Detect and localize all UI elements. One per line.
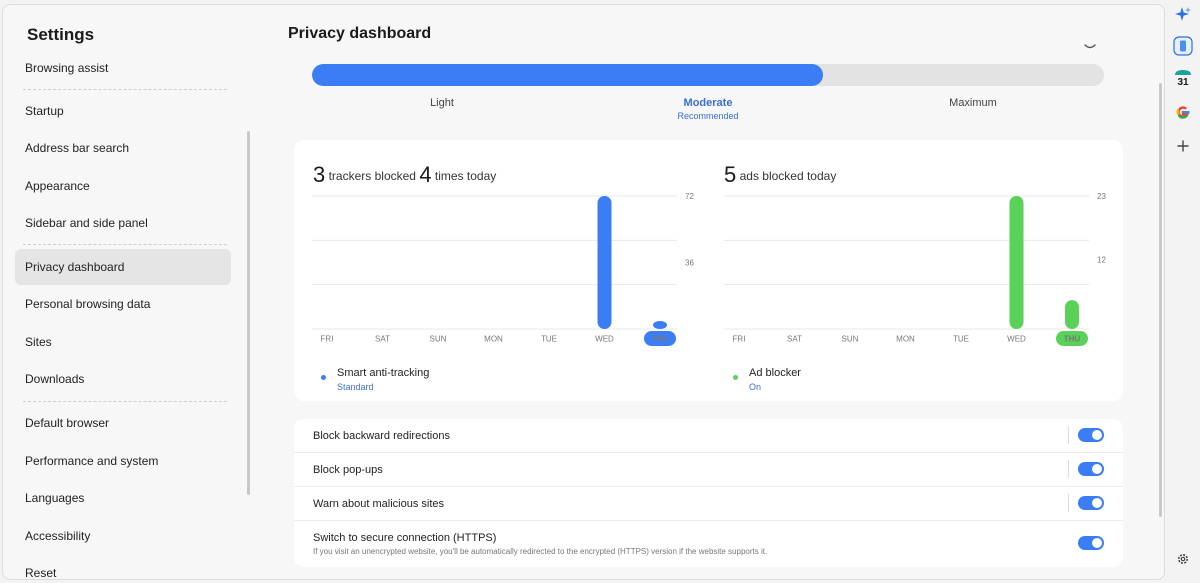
sidebar-item-reset[interactable]: Reset — [15, 555, 231, 579]
chart-x-tick-label: THU — [1064, 335, 1081, 344]
ads-legend-status: On — [749, 382, 762, 392]
level-moderate[interactable]: Moderate — [608, 97, 808, 109]
chart-x-tick-label: MON — [484, 335, 503, 344]
ads-chart: 12 23 FRI SAT SUN MON TUE WED THU — [724, 192, 1106, 346]
trackers-count: 3 — [313, 162, 326, 187]
settings-sidebar: Settings Browsing assist Startup Address… — [3, 5, 248, 579]
sidebar-divider — [23, 401, 227, 402]
toggle-row-backward-redirections: Block backward redirections — [294, 419, 1123, 453]
chart-bar — [653, 321, 667, 329]
toggle-row-pop-ups: Block pop-ups — [294, 453, 1123, 487]
backward-redirections-toggle[interactable] — [1078, 428, 1104, 442]
trackers-legend-title: Smart anti-tracking — [337, 367, 430, 379]
chart-x-tick-label: TUE — [953, 335, 969, 344]
pop-ups-toggle[interactable] — [1078, 462, 1104, 476]
chart-x-tick-label: MON — [896, 335, 915, 344]
sidebar-title: Settings — [27, 25, 95, 44]
chart-bar — [1009, 196, 1024, 329]
protection-level-fill — [312, 64, 823, 86]
page-title: Privacy dashboard — [288, 25, 432, 42]
chart-y-tick-label: 36 — [685, 259, 694, 268]
ads-legend-title: Ad blocker — [749, 367, 801, 379]
sidebar-divider — [23, 244, 227, 245]
sidebar-item-default-browser[interactable]: Default browser — [15, 405, 231, 441]
toggle-description: If you visit an unencrypted website, you… — [313, 547, 768, 556]
chart-x-tick-label: WED — [595, 335, 614, 344]
chart-x-tick-label: SUN — [430, 335, 447, 344]
chart-x-tick-label: SAT — [787, 335, 802, 344]
trackers-text: trackers blocked — [328, 169, 416, 183]
protection-toggles-card: Block backward redirections Block pop-up… — [294, 419, 1123, 567]
sidebar-item-sites[interactable]: Sites — [15, 324, 231, 360]
toggle-divider — [1068, 494, 1069, 512]
sidebar-item-startup[interactable]: Startup — [15, 93, 231, 129]
protection-level-slider[interactable] — [312, 64, 1104, 86]
chart-x-tick-label: WED — [1007, 335, 1026, 344]
trackers-summary: 3 trackers blocked 4 times today — [313, 162, 496, 188]
chart-x-tick-label: TUE — [541, 335, 557, 344]
ads-count: 5 — [724, 162, 737, 187]
toggle-divider — [1068, 460, 1069, 478]
level-light[interactable]: Light — [342, 97, 542, 109]
sidebar-item-personal-browsing-data[interactable]: Personal browsing data — [15, 286, 231, 322]
toggle-row-https: Switch to secure connection (HTTPS) If y… — [294, 521, 1123, 565]
sidebar-item-performance-and-system[interactable]: Performance and system — [15, 443, 231, 479]
toggle-label: Warn about malicious sites — [313, 498, 445, 510]
sidebar-item-accessibility[interactable]: Accessibility — [15, 518, 231, 554]
chart-x-tick-label: SUN — [842, 335, 859, 344]
right-side-rail: 31 — [1166, 0, 1200, 583]
trackers-legend-dot — [321, 375, 326, 380]
level-moderate-recommended: Recommended — [677, 111, 739, 121]
chart-x-tick-label: FRI — [733, 335, 746, 344]
https-toggle[interactable] — [1078, 536, 1104, 550]
sidebar-item-browsing-assist[interactable]: Browsing assist — [15, 50, 231, 86]
chart-x-tick-label: THU — [652, 335, 669, 344]
sidebar-item-sidebar-and-side-panel[interactable]: Sidebar and side panel — [15, 205, 231, 241]
toggle-row-malicious-sites: Warn about malicious sites — [294, 487, 1123, 521]
sidebar-item-privacy-dashboard[interactable]: Privacy dashboard — [15, 249, 231, 285]
toggle-label: Block backward redirections — [313, 430, 450, 442]
sparkle-icon[interactable] — [1173, 5, 1193, 25]
chart-y-tick-label: 12 — [1097, 256, 1106, 265]
calendar-icon[interactable]: 31 — [1173, 68, 1193, 88]
chart-bar — [1065, 300, 1079, 329]
sidebar-item-address-bar-search[interactable]: Address bar search — [15, 130, 231, 166]
trackers-legend-status: Standard — [337, 382, 374, 392]
trackers-chart: 36 72 FRI SAT SUN MON TUE WED THU — [312, 192, 694, 346]
content-scrollbar[interactable] — [1159, 83, 1162, 517]
toggle-label: Switch to secure connection (HTTPS) — [313, 532, 497, 544]
toggle-divider — [1068, 426, 1069, 444]
chevron-down-icon[interactable] — [1083, 43, 1097, 51]
calendar-day: 31 — [1177, 77, 1189, 88]
phone-icon[interactable] — [1173, 36, 1193, 56]
chart-x-tick-label: FRI — [321, 335, 334, 344]
toggle-label: Block pop-ups — [313, 464, 383, 476]
stats-card: 3 trackers blocked 4 times today 5 ads b… — [294, 140, 1123, 401]
trackers-times: 4 — [419, 162, 432, 187]
malicious-sites-toggle[interactable] — [1078, 496, 1104, 510]
sidebar-item-languages[interactable]: Languages — [15, 480, 231, 516]
sidebar-divider — [23, 89, 227, 90]
chart-bar — [597, 196, 612, 329]
chart-y-tick-label: 72 — [685, 192, 694, 201]
sidebar-item-downloads[interactable]: Downloads — [15, 361, 231, 397]
google-icon[interactable] — [1173, 102, 1193, 122]
ads-summary: 5 ads blocked today — [724, 162, 836, 188]
ads-text: ads blocked today — [739, 169, 837, 183]
chart-y-tick-label: 23 — [1097, 192, 1106, 201]
settings-icon[interactable] — [1173, 549, 1193, 569]
ads-legend-dot — [733, 375, 738, 380]
chart-x-tick-label: SAT — [375, 335, 390, 344]
browser-window: Settings Browsing assist Startup Address… — [2, 4, 1165, 580]
trackers-text-2: times today — [434, 169, 497, 183]
add-icon[interactable] — [1173, 136, 1193, 156]
sidebar-item-appearance[interactable]: Appearance — [15, 168, 231, 204]
sidebar-scrollbar[interactable] — [247, 131, 250, 495]
level-maximum[interactable]: Maximum — [873, 97, 1073, 109]
